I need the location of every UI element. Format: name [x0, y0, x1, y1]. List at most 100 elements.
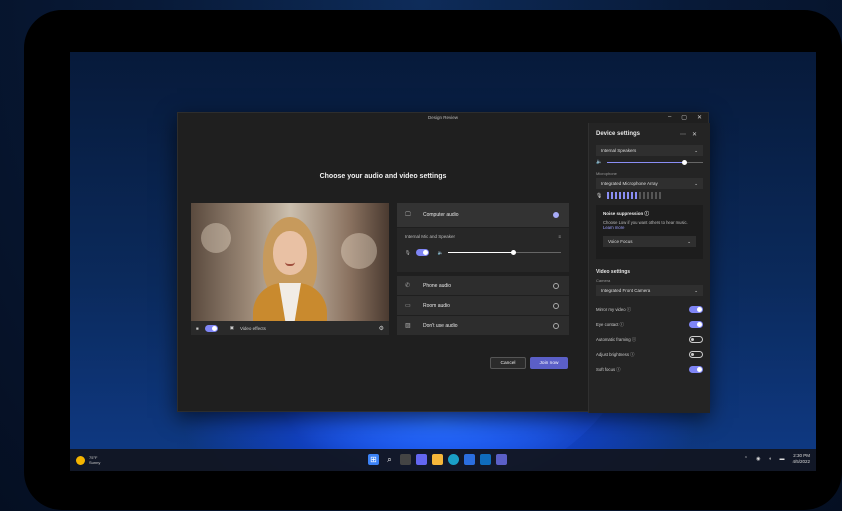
camera-dropdown[interactable]: Integrated Front Camera ⌄	[596, 285, 703, 296]
cancel-button[interactable]: Cancel	[490, 357, 526, 369]
desktop-screen: Design Review – ▢ ✕ Choose your audio an…	[70, 52, 816, 471]
mic-level-bar	[619, 192, 622, 199]
store-icon[interactable]	[464, 454, 475, 465]
chevron-up-icon[interactable]: ⌃	[744, 456, 748, 462]
info-icon[interactable]: ⓘ	[618, 322, 624, 327]
volume-slider-handle[interactable]	[510, 250, 516, 255]
teams-icon[interactable]	[496, 454, 507, 465]
camera-label: Camera	[596, 278, 611, 283]
taskbar-apps: ⊞ ⌕	[368, 454, 507, 465]
mic-level-bar	[655, 192, 658, 199]
weather-widget[interactable]: 75°F Sunny	[76, 455, 100, 465]
info-icon[interactable]: ⓘ	[645, 211, 650, 216]
phone-audio-radio[interactable]	[553, 282, 559, 289]
person-image	[253, 217, 327, 321]
device-settings-title: Device settings	[596, 131, 641, 137]
video-setting-toggle[interactable]	[689, 321, 703, 328]
video-setting-toggle[interactable]	[689, 366, 703, 373]
camera-toggle[interactable]	[204, 324, 218, 332]
window-controls: – ▢ ✕	[668, 114, 702, 121]
speaker-dropdown[interactable]: Internal Speakers ⌄	[596, 145, 703, 156]
video-setting-toggle[interactable]	[689, 351, 703, 358]
no-audio-icon: ▨	[405, 323, 411, 329]
clock[interactable]: 2:30 PM 4/5/2022	[792, 453, 810, 465]
mic-icon: 🎙	[596, 192, 603, 199]
close-window-button[interactable]: ✕	[697, 114, 702, 121]
video-toggle-row: Adjust brightness ⓘ	[596, 347, 703, 362]
windows-start-icon[interactable]: ⊞	[368, 454, 379, 465]
video-toggle-label: Soft focus	[596, 366, 616, 372]
microphone-label: Microphone	[596, 171, 617, 176]
info-icon[interactable]: ⓘ	[629, 352, 634, 357]
microphone-icon: 🎙	[405, 249, 411, 255]
mic-level-bar	[631, 192, 634, 199]
info-icon[interactable]: ⓘ	[615, 367, 620, 372]
info-icon[interactable]: ⓘ	[626, 307, 631, 312]
video-controls-bar: ■ ▣ Video effects ⚙	[191, 321, 389, 335]
microphone-dropdown[interactable]: Integrated Microphone Array ⌄	[596, 178, 703, 189]
teams-window: Design Review – ▢ ✕ Choose your audio an…	[177, 112, 710, 413]
room-icon: ▭	[405, 303, 411, 309]
mail-icon[interactable]	[480, 454, 491, 465]
more-options-icon[interactable]: ⋯	[680, 132, 692, 138]
computer-audio-radio[interactable]	[553, 212, 559, 218]
chevron-down-icon: ⌄	[694, 180, 698, 186]
video-settings-title: Video settings	[596, 269, 631, 275]
task-view-icon[interactable]	[400, 454, 411, 465]
dont-use-audio-option[interactable]: ▨ Don't use audio	[397, 316, 569, 335]
device-settings-icon[interactable]: ≡	[558, 234, 561, 239]
wifi-icon[interactable]: ◉	[756, 456, 760, 462]
volume-slider[interactable]	[448, 250, 561, 255]
close-panel-icon[interactable]: ✕	[692, 132, 703, 138]
speaker-volume-handle[interactable]	[681, 159, 687, 165]
microphone-toggle[interactable]	[415, 249, 429, 256]
info-icon[interactable]: ⓘ	[631, 337, 636, 342]
room-audio-option[interactable]: ▭ Room audio	[397, 296, 569, 315]
learn-more-link[interactable]: Learn more	[603, 225, 624, 230]
search-icon[interactable]: ⌕	[384, 454, 395, 465]
mic-level-bar	[611, 192, 614, 199]
mic-level-bar	[635, 192, 638, 199]
phone-audio-option[interactable]: ✆ Phone audio	[397, 276, 569, 295]
video-toggle-row: Soft focus ⓘ	[596, 362, 703, 377]
video-setting-toggle[interactable]	[689, 336, 703, 343]
battery-icon[interactable]: ▬	[779, 456, 784, 462]
phone-icon: ✆	[405, 283, 411, 289]
maximize-button[interactable]: ▢	[681, 114, 687, 121]
camera-icon: ■	[196, 325, 199, 331]
taskbar: 75°F Sunny ⊞ ⌕ ⌃ ◉ ◖ ▬ 2:30 PM 4/5/2022	[70, 449, 816, 471]
join-now-button[interactable]: Join now	[530, 357, 568, 369]
video-setting-toggle[interactable]	[689, 306, 703, 313]
settings-gear-icon[interactable]: ⚙	[379, 325, 384, 332]
computer-audio-option[interactable]: 🖵 Computer audio	[397, 203, 569, 227]
edge-icon[interactable]	[448, 454, 459, 465]
audio-device-label: Internal Mic and Speaker	[405, 234, 456, 239]
file-explorer-icon[interactable]	[432, 454, 443, 465]
video-toggle-label: Adjust brightness	[596, 351, 629, 357]
speaker-volume-slider[interactable]	[607, 159, 703, 165]
video-toggle-label: Mirror my video	[596, 306, 626, 312]
chat-icon[interactable]	[416, 454, 427, 465]
noise-suppression-dropdown[interactable]: Voice Focus ⌄	[603, 236, 696, 247]
room-audio-radio[interactable]	[553, 302, 559, 309]
mic-level-bar	[659, 192, 662, 199]
device-settings-panel: Device settings ⋯✕ Internal Speakers ⌄ 🔈…	[588, 123, 710, 413]
mic-level-bar	[639, 192, 642, 199]
video-toggle-label: Eye contact	[596, 321, 619, 327]
video-effects-icon: ▣	[229, 325, 234, 330]
chevron-down-icon: ⌄	[687, 238, 691, 244]
mic-level-bar	[607, 192, 610, 199]
speaker-volume-icon: 🔈	[596, 159, 603, 165]
mic-level-bar	[627, 192, 630, 199]
minimize-button[interactable]: –	[668, 114, 671, 121]
audio-device-panel: Internal Mic and Speaker ≡ 🎙 🔈	[397, 228, 569, 272]
mic-level-bar	[651, 192, 654, 199]
chevron-down-icon: ⌄	[694, 147, 698, 153]
dont-use-audio-radio[interactable]	[553, 322, 559, 329]
volume-icon[interactable]: ◖	[768, 456, 771, 462]
mic-level-meter: 🎙	[596, 192, 703, 199]
sun-icon	[76, 455, 85, 465]
video-effects-button[interactable]: Video effects	[240, 326, 266, 331]
mic-level-bar	[647, 192, 650, 199]
noise-suppression-title: Noise suppression	[603, 211, 644, 216]
